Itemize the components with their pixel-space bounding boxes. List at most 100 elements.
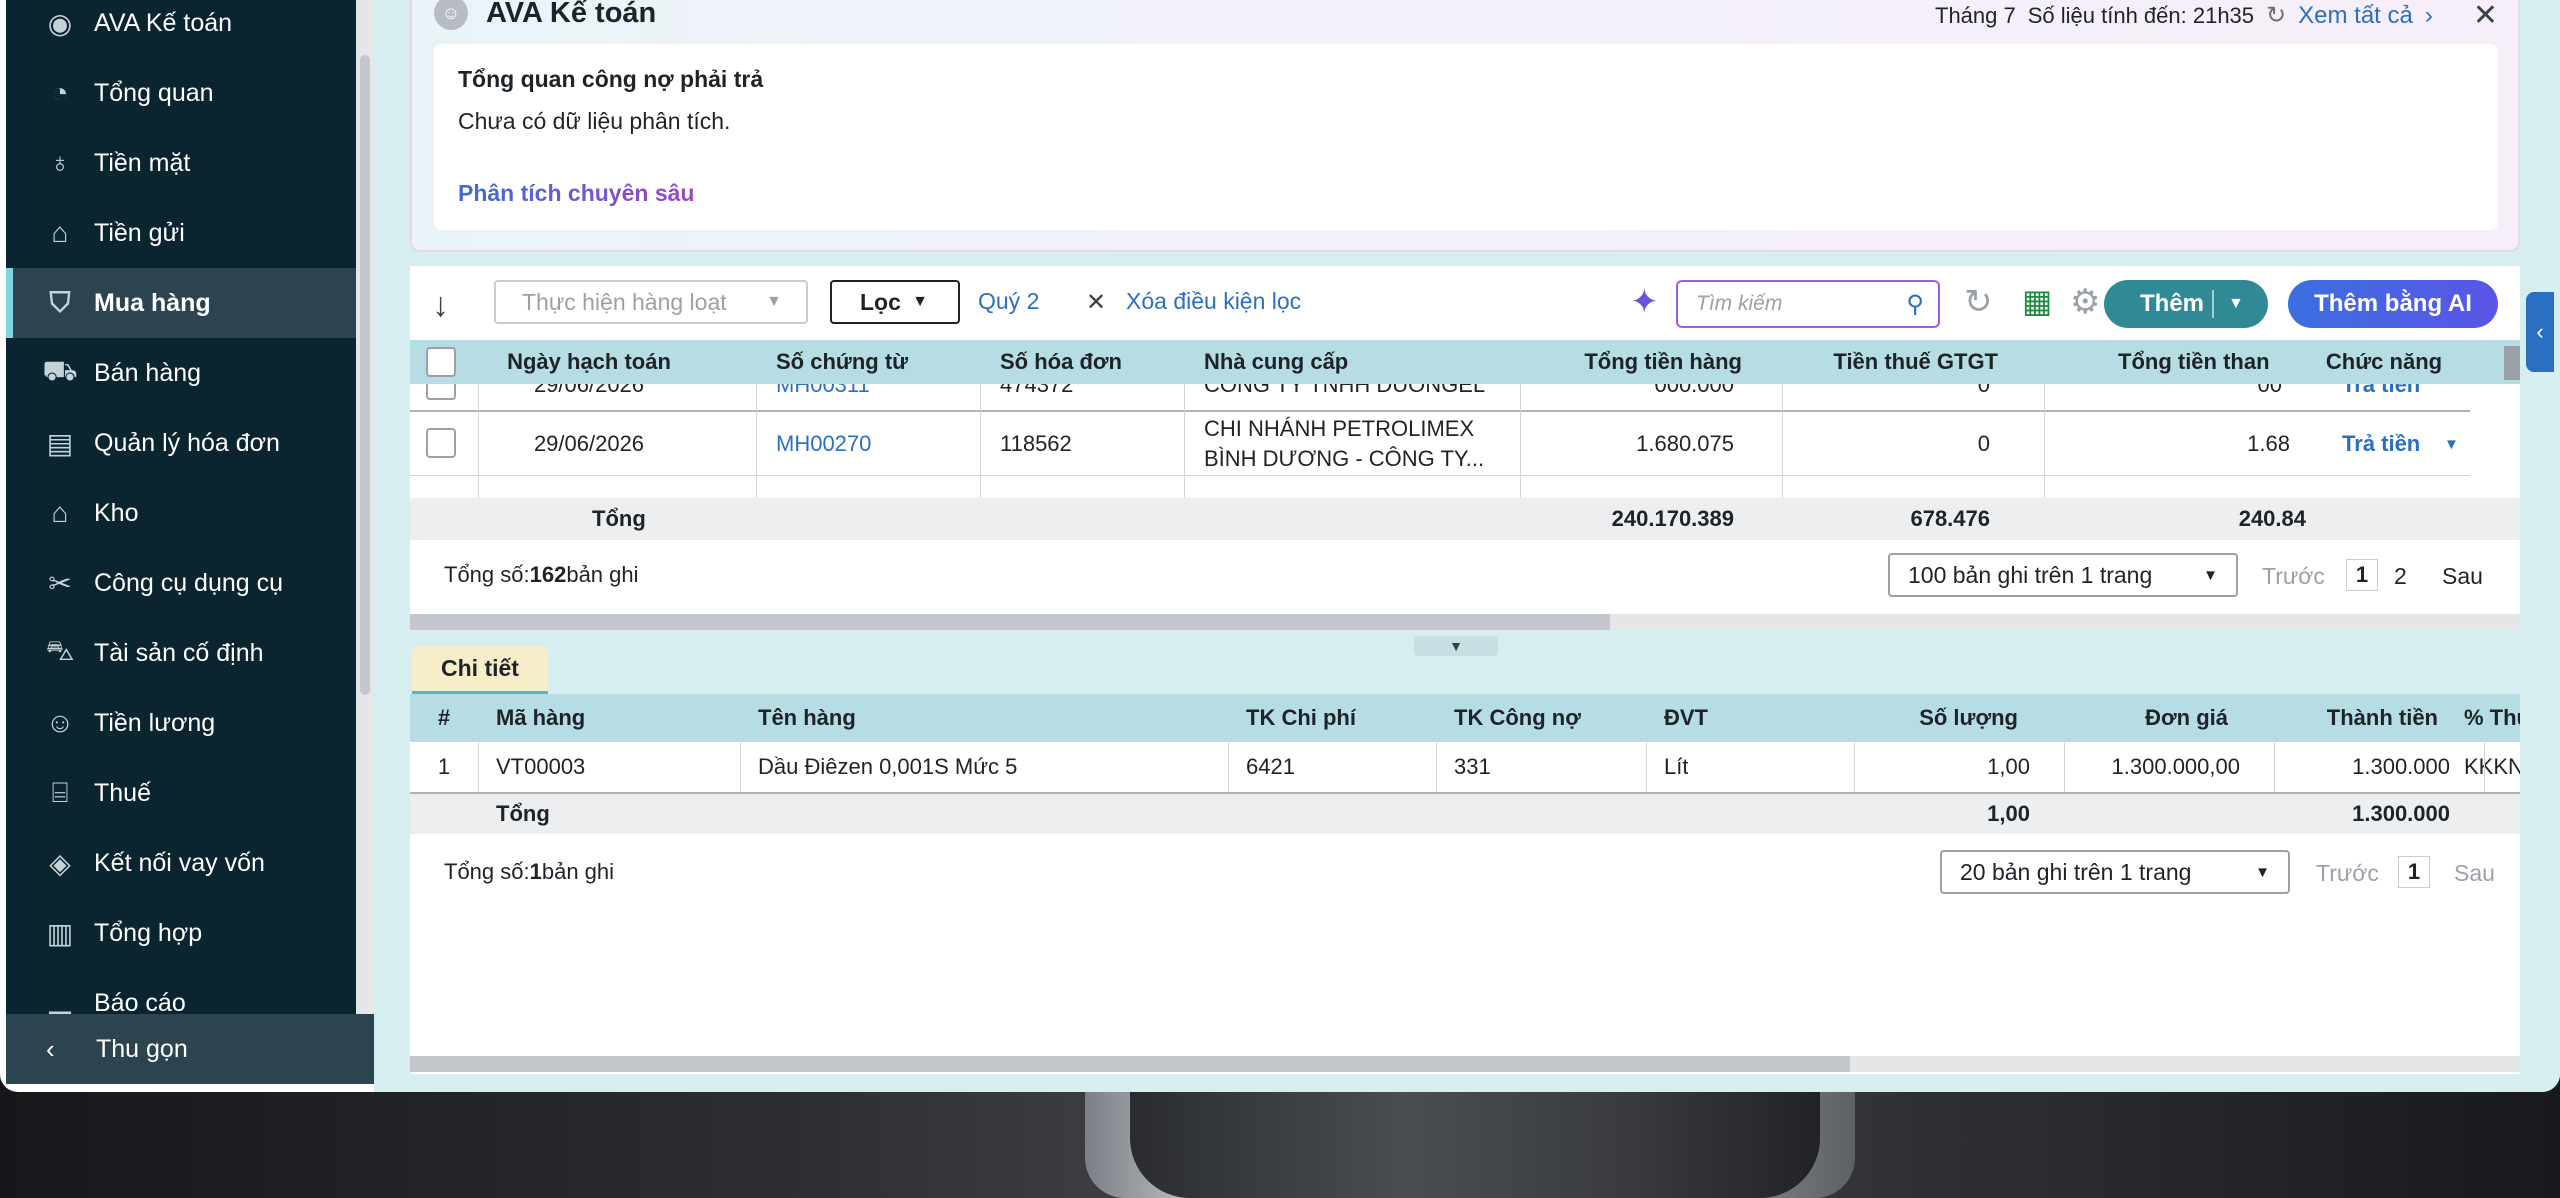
tab-detail[interactable]: Chi tiết	[412, 646, 548, 694]
grid-row-partial[interactable]: 29/06/2026 MH00311 474372 CÔNG TY TNHH D…	[410, 384, 2470, 410]
row-amount: 000.000	[1654, 384, 1734, 397]
drow-tax-pct: KKKN	[2464, 754, 2520, 779]
collapse-sidebar-button[interactable]: ‹ Thu gọn	[6, 1014, 374, 1084]
detail-prev-page-button[interactable]: Trước	[2316, 860, 2379, 887]
sidebar-item[interactable]: ◔ Tổng quan	[6, 58, 356, 128]
page-current[interactable]: 1	[2346, 559, 2378, 591]
dcol-amount[interactable]: Thành tiền	[2260, 694, 2438, 742]
select-all-checkbox[interactable]	[426, 347, 456, 377]
record-count-suffix: bản ghi	[566, 562, 639, 587]
col-invoice-no[interactable]: Số hóa đơn	[1000, 340, 1190, 384]
col-separator	[1184, 384, 1185, 498]
row-pay-action[interactable]: Trả tiền	[2342, 384, 2420, 400]
drow-unit-price: 1.300.000,00	[2111, 754, 2240, 779]
detail-hscrollbar[interactable]	[410, 1056, 2520, 1072]
chevron-right-icon[interactable]: ›	[2425, 2, 2433, 30]
settings-gear-icon[interactable]: ⚙	[2070, 282, 2100, 322]
sidebar-item[interactable]: ⛍ Tài sản cố định	[6, 618, 356, 688]
next-page-button[interactable]: Sau	[2442, 563, 2483, 590]
filter-chip-quarter[interactable]: Quý 2	[978, 288, 1039, 315]
detail-page-current[interactable]: 1	[2398, 856, 2430, 888]
col-accounting-date[interactable]: Ngày hạch toán	[478, 340, 700, 384]
expand-panel-tab[interactable]: ‹	[2526, 292, 2554, 372]
view-all-link[interactable]: Xem tất cả	[2298, 2, 2413, 30]
sidebar-item[interactable]: ♁ Tiền mặt	[6, 128, 356, 198]
grid-toolbar: ↓ Thực hiện hàng loạt ▼ Lọc ▼ Quý 2 ✕ Xó…	[410, 266, 2520, 340]
sidebar-item[interactable]: ☺ Tiền lương	[6, 688, 356, 758]
remove-chip-icon[interactable]: ✕	[1086, 288, 1106, 317]
col-payment-total[interactable]: Tổng tiền thanh t	[2042, 340, 2270, 384]
ai-search-icon[interactable]: ⚲	[1906, 290, 1924, 319]
sort-down-icon[interactable]: ↓	[432, 286, 449, 325]
excel-export-icon[interactable]: ▦	[2022, 282, 2052, 320]
dcol-quantity[interactable]: Số lượng	[1840, 694, 2018, 742]
sidebar-item-label: AVA Kế toán	[94, 8, 233, 37]
row-pay-action[interactable]: Trả tiền	[2342, 412, 2420, 476]
add-button[interactable]: Thêm ▼	[2104, 280, 2268, 328]
drow-payable-account: 331	[1454, 754, 1491, 779]
sidebar-item-label: Tài sản cố định	[94, 638, 264, 667]
refresh-icon[interactable]: ↻	[2266, 1, 2286, 30]
row-voucher-link[interactable]: MH00270	[776, 412, 871, 476]
bulk-action-select[interactable]: Thực hiện hàng loạt ▼	[494, 280, 808, 324]
sidebar-item[interactable]: ⛉ Mua hàng	[6, 268, 356, 338]
col-goods-total[interactable]: Tổng tiền hàng	[1518, 340, 1742, 384]
grid-row[interactable]: 29/06/2026 MH00270 118562 CHI NHÁNH PETR…	[410, 412, 2470, 476]
pay-dropdown-icon[interactable]: ▼	[2444, 412, 2459, 476]
row-voucher-link[interactable]: MH00311	[776, 384, 870, 400]
search-input[interactable]: Tìm kiếm ⚲	[1676, 280, 1940, 328]
sidebar-item[interactable]: ✂ Công cụ dụng cụ	[6, 548, 356, 618]
dcol-expense-account[interactable]: TK Chi phí	[1246, 694, 1356, 742]
panel-splitter[interactable]: ▼	[1414, 636, 1498, 656]
add-with-ai-button[interactable]: Thêm bằng AI	[2288, 280, 2498, 328]
add-label: Thêm	[2140, 290, 2205, 317]
sidebar-item[interactable]: ◈ Kết nối vay vốn	[6, 828, 356, 898]
page-size-select[interactable]: 100 bản ghi trên 1 trang ▼	[1888, 553, 2238, 597]
clear-filter-link[interactable]: Xóa điều kiện lọc	[1126, 288, 1301, 315]
detail-hscroll-thumb[interactable]	[410, 1056, 1850, 1072]
detail-page-size-select[interactable]: 20 bản ghi trên 1 trang ▼	[1940, 850, 2290, 894]
dcol-payable-account[interactable]: TK Công nợ	[1454, 694, 1581, 742]
ai-sparkle-icon[interactable]: ✦	[1630, 282, 1659, 322]
dcol-item-name[interactable]: Tên hàng	[758, 694, 856, 742]
tools-icon: ✂	[48, 567, 72, 599]
drow-quantity: 1,00	[1987, 754, 2030, 779]
detail-next-page-button[interactable]: Sau	[2454, 860, 2495, 887]
prev-page-button[interactable]: Trước	[2262, 563, 2325, 590]
refresh-icon[interactable]: ↻	[1964, 282, 1993, 322]
record-count: Tổng số: 162 bản ghi	[444, 540, 639, 610]
detail-row[interactable]: 1 VT00003 Dầu Điêzen 0,001S Mức 5 6421 3…	[410, 742, 2520, 794]
sidebar-item[interactable]: ⌂ Tiền gửi	[6, 198, 356, 268]
page-2-button[interactable]: 2	[2394, 563, 2407, 590]
filter-label: Lọc	[860, 288, 901, 315]
filter-button[interactable]: Lọc ▼	[830, 280, 960, 324]
dcol-item-code[interactable]: Mã hàng	[496, 694, 585, 742]
dcol-unit[interactable]: ĐVT	[1664, 694, 1708, 742]
col-voucher-no[interactable]: Số chứng từ	[776, 340, 976, 384]
add-dropdown-icon[interactable]: ▼	[2228, 295, 2244, 313]
grid-hscroll-thumb[interactable]	[410, 614, 1610, 630]
sidebar-item[interactable]: ⌸ Thuế	[6, 758, 356, 828]
dcol-tax-pct[interactable]: % Thu	[2464, 694, 2520, 742]
col-supplier[interactable]: Nhà cung cấp	[1204, 340, 1504, 384]
dcol-unit-price[interactable]: Đơn giá	[2050, 694, 2228, 742]
col-vat[interactable]: Tiền thuế GTGT	[1780, 340, 1998, 384]
close-icon[interactable]: ✕	[2473, 0, 2498, 33]
sidebar-item-label: Quản lý hóa đơn	[94, 428, 280, 457]
row-checkbox[interactable]	[426, 384, 456, 400]
grid-vscroll-thumb[interactable]	[2504, 346, 2520, 380]
deep-analysis-link[interactable]: Phân tích chuyên sâu	[458, 180, 694, 207]
sidebar-item[interactable]: ▥ Tổng hợp	[6, 898, 356, 968]
sidebar-item-label: Mua hàng	[94, 288, 211, 317]
grid-hscrollbar[interactable]	[410, 614, 2520, 630]
sidebar-item[interactable]: ⛟ Bán hàng	[6, 338, 356, 408]
row-checkbox[interactable]	[426, 428, 456, 458]
sidebar-scroll-thumb[interactable]	[360, 55, 370, 695]
sidebar-item[interactable]: ⌂ Kho	[6, 478, 356, 548]
detail-count-suffix: bản ghi	[541, 859, 615, 884]
sidebar-item[interactable]: ▤ Quản lý hóa đơn	[6, 408, 356, 478]
col-separator	[1436, 742, 1437, 792]
sidebar-item[interactable]: ◉ AVA Kế toán	[6, 0, 356, 58]
sidebar-scrollbar[interactable]	[356, 0, 374, 1014]
payables-title: Tổng quan công nợ phải trả	[458, 66, 764, 92]
